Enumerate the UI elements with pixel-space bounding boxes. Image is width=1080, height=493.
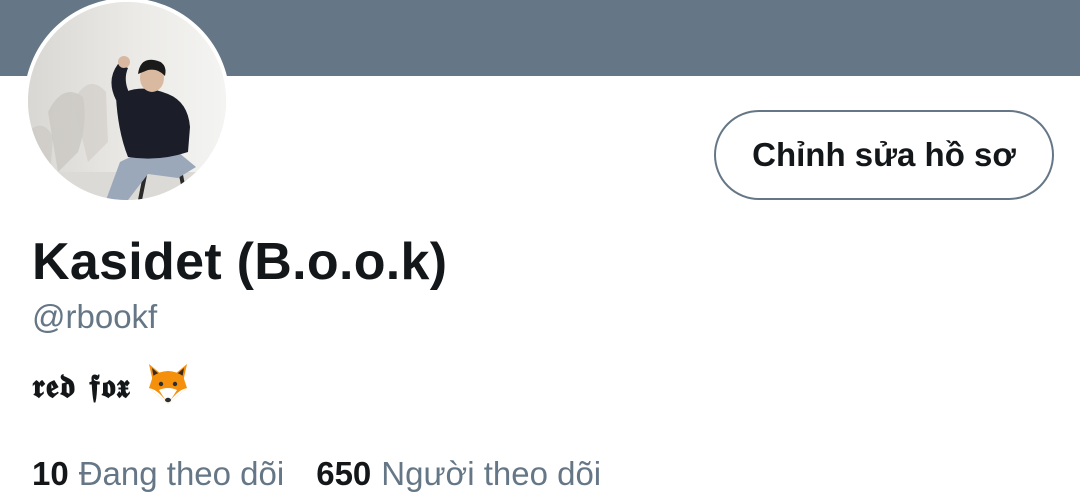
display-name: Kasidet (B.o.o.k): [32, 233, 448, 291]
profile-bio: 𝖗𝖊𝖉 𝖋𝖔𝖝: [32, 360, 191, 412]
fox-face-icon: [145, 362, 191, 411]
username-handle: @rbookf: [32, 298, 158, 335]
avatar-photo: [28, 2, 226, 200]
following-count: 10: [32, 455, 69, 492]
following-stat[interactable]: 10 Đang theo dõi: [32, 452, 284, 493]
bio-text: 𝖗𝖊𝖉 𝖋𝖔𝖝: [32, 366, 131, 405]
followers-count: 650: [316, 455, 372, 492]
follow-stats: 10 Đang theo dõi 650 Người theo dõi: [32, 452, 601, 493]
edit-profile-button[interactable]: Chỉnh sửa hồ sơ: [714, 110, 1054, 200]
followers-stat[interactable]: 650 Người theo dõi: [316, 452, 601, 493]
following-label: Đang theo dõi: [78, 455, 285, 492]
profile-header: Chỉnh sửa hồ sơ Kasidet (B.o.o.k) @rbook…: [0, 0, 1080, 493]
followers-label: Người theo dõi: [381, 455, 602, 492]
profile-avatar[interactable]: [24, 0, 230, 204]
